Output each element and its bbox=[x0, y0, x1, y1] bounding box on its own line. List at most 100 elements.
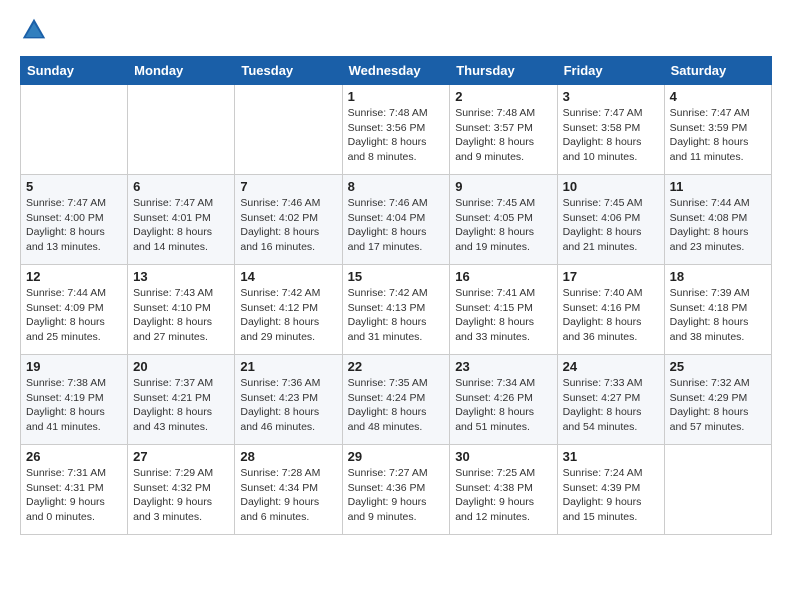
calendar-day-cell: 11 Sunrise: 7:44 AMSunset: 4:08 PMDayligh… bbox=[664, 175, 771, 265]
day-info: Sunrise: 7:43 AMSunset: 4:10 PMDaylight:… bbox=[133, 286, 229, 345]
day-info: Sunrise: 7:31 AMSunset: 4:31 PMDaylight:… bbox=[26, 466, 122, 525]
day-number: 8 bbox=[348, 179, 445, 194]
calendar-day-cell: 22Sunrise: 7:35 AMSunset: 4:24 PMDayligh… bbox=[342, 355, 450, 445]
calendar-day-cell: 1Sunrise: 7:48 AMSunset: 3:56 PMDaylight… bbox=[342, 85, 450, 175]
day-number: 15 bbox=[348, 269, 445, 284]
day-info: Sunrise: 7:40 AMSunset: 4:16 PMDaylight:… bbox=[563, 286, 659, 345]
day-number: 27 bbox=[133, 449, 229, 464]
day-number: 3 bbox=[563, 89, 659, 104]
calendar-day-cell: 25 Sunrise: 7:32 AMSunset: 4:29 PMDayligh… bbox=[664, 355, 771, 445]
calendar-table: SundayMondayTuesdayWednesdayThursdayFrid… bbox=[20, 56, 772, 535]
day-number: 29 bbox=[348, 449, 445, 464]
calendar-day-cell: 8 Sunrise: 7:46 AMSunset: 4:04 PMDaylight… bbox=[342, 175, 450, 265]
day-info: Sunrise: 7:45 AMSunset: 4:05 PMDaylight:… bbox=[455, 196, 551, 255]
day-info: Sunrise: 7:38 AMSunset: 4:19 PMDaylight:… bbox=[26, 376, 122, 435]
day-info: Sunrise: 7:46 AMSunset: 4:04 PMDaylight:… bbox=[348, 196, 445, 255]
calendar-week-row: 12 Sunrise: 7:44 AMSunset: 4:09 PMDayligh… bbox=[21, 265, 772, 355]
calendar-day-header: Saturday bbox=[664, 57, 771, 85]
calendar-day-header: Monday bbox=[128, 57, 235, 85]
logo-icon bbox=[20, 16, 48, 44]
calendar-day-cell: 18 Sunrise: 7:39 AMSunset: 4:18 PMDayligh… bbox=[664, 265, 771, 355]
calendar-day-cell: 17 Sunrise: 7:40 AMSunset: 4:16 PMDayligh… bbox=[557, 265, 664, 355]
day-info: Sunrise: 7:34 AMSunset: 4:26 PMDaylight:… bbox=[455, 376, 551, 435]
day-number: 18 bbox=[670, 269, 766, 284]
calendar-day-header: Thursday bbox=[450, 57, 557, 85]
day-number: 16 bbox=[455, 269, 551, 284]
day-info: Sunrise: 7:39 AMSunset: 4:18 PMDaylight:… bbox=[670, 286, 766, 345]
calendar-day-cell: 28 Sunrise: 7:28 AMSunset: 4:34 PMDayligh… bbox=[235, 445, 342, 535]
day-number: 1 bbox=[348, 89, 445, 104]
calendar-week-row: 5 Sunrise: 7:47 AMSunset: 4:00 PMDaylight… bbox=[21, 175, 772, 265]
day-info: Sunrise: 7:47 AMSunset: 3:58 PMDaylight:… bbox=[563, 106, 659, 165]
calendar-day-header: Friday bbox=[557, 57, 664, 85]
calendar-day-cell: 23 Sunrise: 7:34 AMSunset: 4:26 PMDayligh… bbox=[450, 355, 557, 445]
day-info: Sunrise: 7:37 AMSunset: 4:21 PMDaylight:… bbox=[133, 376, 229, 435]
calendar-day-cell: 2 Sunrise: 7:48 AMSunset: 3:57 PMDaylight… bbox=[450, 85, 557, 175]
day-info: Sunrise: 7:36 AMSunset: 4:23 PMDaylight:… bbox=[240, 376, 336, 435]
day-info: Sunrise: 7:42 AMSunset: 4:13 PMDaylight:… bbox=[348, 286, 445, 345]
calendar-day-cell: 6Sunrise: 7:47 AMSunset: 4:01 PMDaylight… bbox=[128, 175, 235, 265]
day-info: Sunrise: 7:47 AMSunset: 4:00 PMDaylight:… bbox=[26, 196, 122, 255]
day-number: 5 bbox=[26, 179, 122, 194]
calendar-day-cell: 10Sunrise: 7:45 AMSunset: 4:06 PMDayligh… bbox=[557, 175, 664, 265]
day-info: Sunrise: 7:33 AMSunset: 4:27 PMDaylight:… bbox=[563, 376, 659, 435]
day-number: 14 bbox=[240, 269, 336, 284]
day-number: 13 bbox=[133, 269, 229, 284]
day-number: 11 bbox=[670, 179, 766, 194]
calendar-day-cell: 30 Sunrise: 7:25 AMSunset: 4:38 PMDayligh… bbox=[450, 445, 557, 535]
calendar-day-header: Sunday bbox=[21, 57, 128, 85]
calendar-header-row: SundayMondayTuesdayWednesdayThursdayFrid… bbox=[21, 57, 772, 85]
calendar-day-cell bbox=[21, 85, 128, 175]
day-info: Sunrise: 7:28 AMSunset: 4:34 PMDaylight:… bbox=[240, 466, 336, 525]
calendar-day-cell bbox=[235, 85, 342, 175]
calendar-week-row: 1Sunrise: 7:48 AMSunset: 3:56 PMDaylight… bbox=[21, 85, 772, 175]
calendar-day-cell: 21 Sunrise: 7:36 AMSunset: 4:23 PMDayligh… bbox=[235, 355, 342, 445]
day-number: 10 bbox=[563, 179, 659, 194]
day-info: Sunrise: 7:32 AMSunset: 4:29 PMDaylight:… bbox=[670, 376, 766, 435]
day-info: Sunrise: 7:42 AMSunset: 4:12 PMDaylight:… bbox=[240, 286, 336, 345]
day-number: 28 bbox=[240, 449, 336, 464]
day-number: 26 bbox=[26, 449, 122, 464]
calendar-week-row: 26 Sunrise: 7:31 AMSunset: 4:31 PMDayligh… bbox=[21, 445, 772, 535]
calendar-day-cell: 29 Sunrise: 7:27 AMSunset: 4:36 PMDayligh… bbox=[342, 445, 450, 535]
day-info: Sunrise: 7:27 AMSunset: 4:36 PMDaylight:… bbox=[348, 466, 445, 525]
calendar-day-cell: 3 Sunrise: 7:47 AMSunset: 3:58 PMDaylight… bbox=[557, 85, 664, 175]
day-number: 2 bbox=[455, 89, 551, 104]
day-info: Sunrise: 7:44 AMSunset: 4:09 PMDaylight:… bbox=[26, 286, 122, 345]
page-header bbox=[20, 16, 772, 44]
calendar-day-cell: 12 Sunrise: 7:44 AMSunset: 4:09 PMDayligh… bbox=[21, 265, 128, 355]
calendar-day-cell: 19Sunrise: 7:38 AMSunset: 4:19 PMDayligh… bbox=[21, 355, 128, 445]
day-number: 9 bbox=[455, 179, 551, 194]
calendar-day-cell: 20 Sunrise: 7:37 AMSunset: 4:21 PMDayligh… bbox=[128, 355, 235, 445]
calendar-day-cell: 9 Sunrise: 7:45 AMSunset: 4:05 PMDaylight… bbox=[450, 175, 557, 265]
calendar-day-cell: 15 Sunrise: 7:42 AMSunset: 4:13 PMDayligh… bbox=[342, 265, 450, 355]
day-number: 30 bbox=[455, 449, 551, 464]
day-info: Sunrise: 7:44 AMSunset: 4:08 PMDaylight:… bbox=[670, 196, 766, 255]
day-number: 17 bbox=[563, 269, 659, 284]
calendar-day-header: Wednesday bbox=[342, 57, 450, 85]
day-info: Sunrise: 7:41 AMSunset: 4:15 PMDaylight:… bbox=[455, 286, 551, 345]
day-number: 4 bbox=[670, 89, 766, 104]
day-number: 7 bbox=[240, 179, 336, 194]
calendar-day-cell: 24Sunrise: 7:33 AMSunset: 4:27 PMDayligh… bbox=[557, 355, 664, 445]
calendar-day-cell: 16 Sunrise: 7:41 AMSunset: 4:15 PMDayligh… bbox=[450, 265, 557, 355]
calendar-day-cell: 31Sunrise: 7:24 AMSunset: 4:39 PMDayligh… bbox=[557, 445, 664, 535]
calendar-day-cell: 5 Sunrise: 7:47 AMSunset: 4:00 PMDaylight… bbox=[21, 175, 128, 265]
calendar-day-cell: 7Sunrise: 7:46 AMSunset: 4:02 PMDaylight… bbox=[235, 175, 342, 265]
calendar-day-header: Tuesday bbox=[235, 57, 342, 85]
calendar-day-cell bbox=[128, 85, 235, 175]
day-number: 12 bbox=[26, 269, 122, 284]
day-number: 25 bbox=[670, 359, 766, 374]
day-info: Sunrise: 7:24 AMSunset: 4:39 PMDaylight:… bbox=[563, 466, 659, 525]
logo bbox=[20, 16, 52, 44]
day-number: 20 bbox=[133, 359, 229, 374]
day-info: Sunrise: 7:25 AMSunset: 4:38 PMDaylight:… bbox=[455, 466, 551, 525]
day-number: 23 bbox=[455, 359, 551, 374]
day-info: Sunrise: 7:48 AMSunset: 3:57 PMDaylight:… bbox=[455, 106, 551, 165]
calendar-day-cell bbox=[664, 445, 771, 535]
day-info: Sunrise: 7:35 AMSunset: 4:24 PMDaylight:… bbox=[348, 376, 445, 435]
day-number: 21 bbox=[240, 359, 336, 374]
day-info: Sunrise: 7:47 AMSunset: 3:59 PMDaylight:… bbox=[670, 106, 766, 165]
calendar-week-row: 19Sunrise: 7:38 AMSunset: 4:19 PMDayligh… bbox=[21, 355, 772, 445]
day-info: Sunrise: 7:47 AMSunset: 4:01 PMDaylight:… bbox=[133, 196, 229, 255]
